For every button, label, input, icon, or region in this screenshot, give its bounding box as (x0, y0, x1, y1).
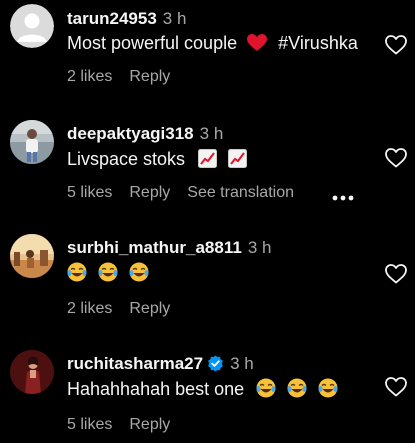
comment-item: surbhi_mathur_a8811 3 h 2 likes Reply (0, 224, 415, 340)
likes-count[interactable]: 2 likes (67, 68, 112, 85)
timestamp: 3 h (162, 9, 187, 28)
comment-body: Livspace stoks (67, 149, 186, 169)
chart-increasing-emoji-icon (198, 149, 218, 173)
avatar[interactable] (10, 350, 54, 394)
laughing-tears-emoji-icon (287, 378, 307, 403)
more-options-icon[interactable] (331, 189, 355, 201)
username[interactable]: surbhi_mathur_a8811 (67, 238, 242, 257)
red-heart-emoji-icon (247, 34, 268, 57)
username[interactable]: ruchitasharma27 (67, 354, 203, 373)
reply-button[interactable]: Reply (129, 184, 170, 201)
comment-actions: 5 likes Reply See translation (67, 183, 311, 203)
laughing-tears-emoji-icon (129, 262, 149, 287)
avatar[interactable] (10, 120, 54, 164)
like-heart-icon[interactable] (385, 148, 407, 168)
reply-button[interactable]: Reply (129, 300, 170, 317)
like-heart-icon[interactable] (385, 35, 407, 55)
likes-count[interactable]: 5 likes (67, 184, 112, 201)
laughing-tears-emoji-icon (67, 262, 87, 287)
comment-text: Hahahhahah best one (67, 378, 338, 403)
comment-text: Most powerful couple #Virushka (67, 32, 358, 57)
comment-header: ruchitasharma27 3 h (67, 354, 254, 377)
comment-body: Hahahhahah best one (67, 379, 245, 399)
likes-count[interactable]: 2 likes (67, 300, 112, 317)
username[interactable]: tarun24953 (67, 9, 157, 28)
comment-actions: 2 likes Reply (67, 67, 187, 87)
comment-header: deepaktyagi318 3 h (67, 124, 223, 144)
comment-body: Most powerful couple (67, 33, 238, 53)
comment-item: tarun24953 3 h Most powerful couple #Viru… (0, 0, 415, 110)
like-heart-icon[interactable] (385, 377, 407, 397)
chart-increasing-emoji-icon (228, 149, 248, 173)
comment-text (67, 262, 149, 287)
comment-item: ruchitasharma27 3 h Hahahhahah best one 5… (0, 340, 415, 443)
comment-actions: 5 likes Reply (67, 415, 187, 435)
reply-button[interactable]: Reply (129, 416, 170, 433)
laughing-tears-emoji-icon (98, 262, 118, 287)
see-translation-button[interactable]: See translation (187, 184, 294, 201)
comment-text: Livspace stoks (67, 148, 248, 173)
laughing-tears-emoji-icon (318, 378, 338, 403)
laughing-tears-emoji-icon (256, 378, 276, 403)
like-heart-icon[interactable] (385, 264, 407, 284)
likes-count[interactable]: 5 likes (67, 416, 112, 433)
comment-header: tarun24953 3 h (67, 9, 186, 29)
reply-button[interactable]: Reply (129, 68, 170, 85)
timestamp: 3 h (230, 354, 254, 373)
hashtag-link[interactable]: #Virushka (278, 33, 358, 53)
timestamp: 3 h (247, 238, 272, 257)
timestamp: 3 h (199, 124, 224, 143)
comment-item: deepaktyagi318 3 h Livspace stoks 5 likes… (0, 110, 415, 224)
comment-header: surbhi_mathur_a8811 3 h (67, 238, 271, 258)
verified-badge-icon (207, 355, 224, 377)
avatar[interactable] (10, 234, 54, 278)
comment-actions: 2 likes Reply (67, 299, 187, 319)
avatar[interactable] (10, 4, 54, 48)
username[interactable]: deepaktyagi318 (67, 124, 194, 143)
